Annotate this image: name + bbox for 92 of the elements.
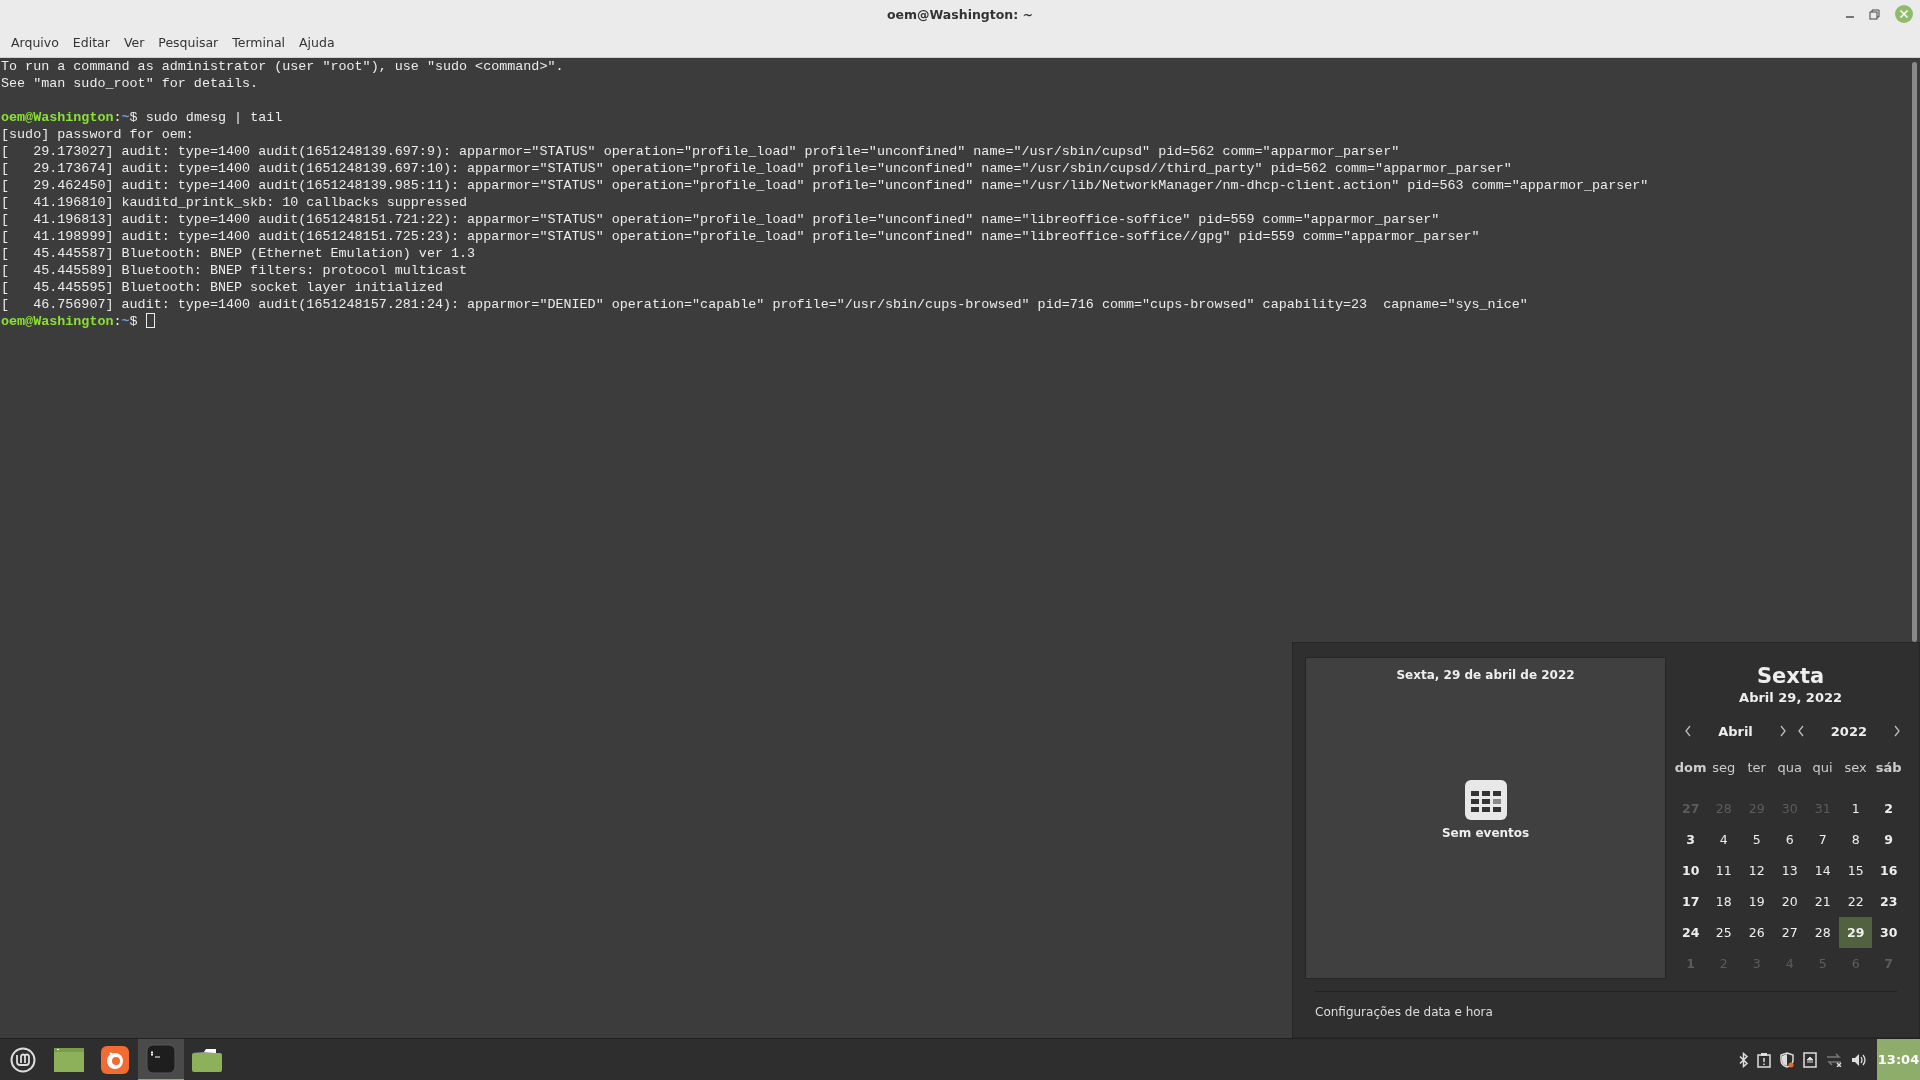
- terminal-icon: [146, 1043, 176, 1074]
- terminal-line: [ 29.173027] audit: type=1400 audit(1651248139.697:9): apparmor="STATUS" operation="profile_load" profile="unconfined" name="/usr/sbin/cupsd" pid=562 comm="apparmor_parser": [1, 143, 1401, 160]
- calendar-day[interactable]: 8: [1839, 824, 1873, 856]
- terminal-line: To run a command as administrator (user "root"), use "sudo <command>".: [1, 58, 565, 75]
- clipboard-icon[interactable]: [1757, 1051, 1771, 1068]
- calendar-day[interactable]: 17: [1674, 886, 1708, 918]
- calendar-day[interactable]: 7: [1806, 824, 1840, 856]
- terminal-line: [ 45.445589] Bluetooth: BNEP filters: protocol multicast: [1, 262, 469, 279]
- prompt-user: oem@Washington: [1, 314, 114, 329]
- weekday-label: dom: [1674, 759, 1708, 778]
- network-icon[interactable]: [1825, 1052, 1843, 1067]
- calendar-day[interactable]: 12: [1740, 855, 1774, 887]
- bluetooth-icon[interactable]: [1739, 1051, 1749, 1068]
- prompt-separator: :: [113, 110, 122, 125]
- calendar-day[interactable]: 27: [1773, 917, 1807, 949]
- terminal-line: [sudo] password for oem:: [1, 126, 195, 143]
- calendar-day[interactable]: 22: [1839, 886, 1873, 918]
- weekday-label: qua: [1776, 759, 1803, 778]
- terminal-line: [ 41.196810] kauditd_printk_skb: 10 callbacks suppressed: [1, 194, 469, 211]
- restore-icon[interactable]: [1869, 8, 1880, 20]
- weekday-label: qui: [1811, 759, 1834, 778]
- calendar-day[interactable]: 11: [1707, 855, 1741, 887]
- weekday-label: seg: [1711, 759, 1737, 778]
- shield-icon[interactable]: [1779, 1051, 1795, 1068]
- calendar-day[interactable]: 20: [1773, 886, 1807, 918]
- prompt-symbol: $: [129, 314, 138, 329]
- terminal-line: See "man sudo_root" for details.: [1, 75, 260, 92]
- menu-item[interactable]: Pesquisar: [151, 34, 226, 53]
- month-label: Abril: [1718, 723, 1753, 739]
- window-title: oem@Washington: ~: [886, 5, 1034, 24]
- calendar-day[interactable]: 21: [1806, 886, 1840, 918]
- calendar-day[interactable]: 10: [1674, 855, 1708, 887]
- terminal-line: [ 29.462450] audit: type=1400 audit(1651248139.985:11): apparmor="STATUS" operation="profile_load" profile="unconfined" name="/usr/lib/NetworkManager/nm-dhcp-client.action" pid=563 comm="apparmor_parser": [1, 177, 1650, 194]
- menu-item[interactable]: Ajuda: [292, 34, 342, 53]
- terminal-line: [ 41.198999] audit: type=1400 audit(1651248151.725:23): apparmor="STATUS" operation="profile_load" profile="unconfined" name="libreoffice-soffice//gpg" pid=559 comm="apparmor_parser": [1, 228, 1481, 245]
- terminal-line: [ 45.445595] Bluetooth: BNEP socket layer initialized: [1, 279, 444, 296]
- taskbar-app-button[interactable]: [138, 1038, 184, 1080]
- calendar-day[interactable]: 28: [1806, 917, 1840, 949]
- menu-logo-icon: [10, 1046, 36, 1073]
- calendar-day[interactable]: 30: [1872, 917, 1906, 949]
- menu-item[interactable]: Arquivo: [4, 34, 66, 53]
- terminal-line: [ 45.445587] Bluetooth: BNEP (Ethernet Emulation) ver 1.3: [1, 245, 477, 262]
- calendar-day[interactable]: 2: [1872, 793, 1906, 825]
- menu-item[interactable]: Terminal: [225, 34, 293, 53]
- volume-icon[interactable]: [1851, 1052, 1867, 1067]
- calendar-day[interactable]: 5: [1740, 824, 1774, 856]
- calendar-day[interactable]: 26: [1740, 917, 1774, 949]
- events-date: Sexta, 29 de abril de 2022: [1396, 667, 1575, 684]
- window-icon: [53, 1046, 85, 1073]
- calendar-day[interactable]: 9: [1872, 824, 1906, 856]
- scrollbar[interactable]: [1912, 62, 1917, 642]
- year-label: 2022: [1830, 723, 1867, 739]
- calendar-day[interactable]: 24: [1674, 917, 1708, 949]
- menu-item[interactable]: Ver: [116, 34, 152, 53]
- chevron-right-icon[interactable]: [1778, 725, 1787, 738]
- weekday-label: ter: [1746, 759, 1767, 778]
- prompt-symbol: $: [129, 110, 138, 125]
- day-name: Sexta: [1756, 665, 1826, 689]
- prompt-separator: :: [113, 314, 122, 329]
- calendar-day[interactable]: 6: [1773, 824, 1807, 856]
- calendar-day[interactable]: 15: [1839, 855, 1873, 887]
- prompt-user: oem@Washington: [1, 110, 114, 125]
- calendar-icon: [1464, 780, 1507, 820]
- calendar-day[interactable]: 29: [1839, 917, 1873, 949]
- menu-item[interactable]: Editar: [65, 34, 117, 53]
- prompt-path: ~: [121, 314, 130, 329]
- terminal-line: [ 29.173674] audit: type=1400 audit(1651248139.697:10): apparmor="STATUS" operation="profile_load" profile="unconfined" name="/usr/sbin/cupsd//third_party" pid=562 comm="apparmor_parser": [1, 160, 1513, 177]
- calendar-day[interactable]: 16: [1872, 855, 1906, 887]
- weekday-label: sex: [1843, 759, 1868, 778]
- calendar-day[interactable]: 18: [1707, 886, 1741, 918]
- terminal-command: sudo dmesg | tail: [144, 110, 283, 125]
- calendar-day[interactable]: 4: [1707, 824, 1741, 856]
- date-time-settings-link[interactable]: Configurações de data e hora: [1315, 1005, 1493, 1020]
- chevron-left-icon[interactable]: [1796, 725, 1805, 738]
- calendar-day[interactable]: 23: [1872, 886, 1906, 918]
- full-date: Abril 29, 2022: [1738, 689, 1844, 708]
- calendar-day[interactable]: 14: [1806, 855, 1840, 887]
- weekday-label: sáb: [1874, 759, 1903, 778]
- terminal-line: [ 41.196813] audit: type=1400 audit(1651248151.721:22): apparmor="STATUS" operation="profile_load" profile="unconfined" name="libreoffice-soffice" pid=559 comm="apparmor_parser": [1, 211, 1441, 228]
- browser-icon: [100, 1044, 130, 1075]
- calendar-day[interactable]: 25: [1707, 917, 1741, 949]
- chevron-left-icon[interactable]: [1684, 725, 1693, 738]
- eject-icon[interactable]: [1803, 1051, 1817, 1068]
- terminal-line: [ 46.756907] audit: type=1400 audit(1651248157.281:24): apparmor="DENIED" operation="capable" profile="/usr/sbin/cups-browsed" pid=716 comm="cups-browsed" capability=23 capname="sys_nice": [1, 296, 1529, 313]
- no-events-text: Sem eventos: [1441, 825, 1530, 842]
- calendar-day[interactable]: 1: [1839, 793, 1873, 825]
- calendar-day[interactable]: 3: [1674, 824, 1708, 856]
- prompt-path: ~: [121, 110, 130, 125]
- folder-icon: [191, 1046, 223, 1073]
- calendar-day[interactable]: 13: [1773, 855, 1807, 887]
- calendar-day[interactable]: 19: [1740, 886, 1774, 918]
- chevron-right-icon[interactable]: [1893, 725, 1901, 738]
